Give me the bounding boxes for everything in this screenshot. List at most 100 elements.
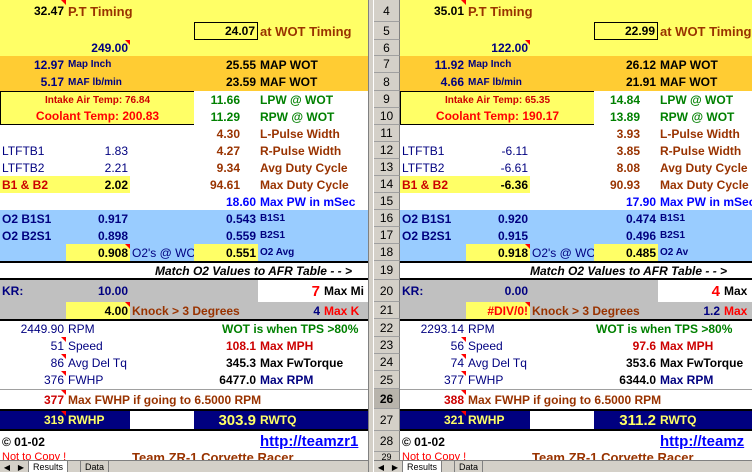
o2avg-value[interactable]: 0.485 (594, 244, 658, 261)
kr-value[interactable]: 10.00 (66, 280, 130, 302)
pt-timing-value[interactable]: 35.01 (400, 0, 466, 22)
tab-results[interactable]: Results (28, 461, 69, 472)
row-header[interactable]: 19 (374, 261, 400, 280)
pt-timing-value[interactable]: 32.47 (0, 0, 66, 22)
tab-results[interactable]: Results (402, 461, 443, 472)
avg-duty-value[interactable]: 8.08 (594, 159, 642, 176)
wot-timing-value[interactable]: 24.07 (194, 22, 258, 40)
maxfwhp-value[interactable]: 388 (400, 390, 466, 409)
row-header[interactable]: 15 (374, 193, 400, 210)
rwhp-value[interactable]: 321 (400, 411, 466, 429)
row-header[interactable]: 10 (374, 108, 400, 125)
max-mph-value[interactable]: 108.1 (194, 337, 258, 354)
first-tab-icon[interactable]: ◀ (4, 463, 10, 472)
map-wot-value[interactable]: 25.55 (194, 56, 258, 73)
rpw-value[interactable]: 13.89 (594, 108, 642, 125)
maf-value[interactable]: 5.17 (0, 73, 66, 91)
rpm-value[interactable]: 2293.14 (400, 321, 466, 337)
o2wot-value[interactable]: 0.908 (66, 244, 130, 261)
first-tab-icon[interactable]: ◀ (378, 463, 384, 472)
row-header[interactable]: 21 (374, 302, 400, 319)
maf-value[interactable]: 4.66 (400, 73, 466, 91)
row-header[interactable]: 22 (374, 319, 400, 337)
b2s1-value[interactable]: 0.559 (194, 227, 258, 244)
map-wot-value[interactable]: 26.12 (594, 56, 658, 73)
b1b2-value[interactable]: -6.36 (466, 176, 530, 193)
last-tab-icon[interactable]: ▶ (392, 463, 398, 472)
tab-scroll-arrows[interactable]: ◀ ▶ (374, 461, 402, 472)
last-tab-icon[interactable]: ▶ (18, 463, 24, 472)
row-header[interactable]: 8 (374, 73, 400, 91)
maxfwhp-value[interactable]: 377 (0, 390, 66, 409)
ltftb2-value[interactable]: 2.21 (66, 159, 130, 176)
o2avg-value[interactable]: 0.551 (194, 244, 258, 261)
b2s1-value[interactable]: 0.496 (594, 227, 658, 244)
avg-duty-value[interactable]: 9.34 (194, 159, 242, 176)
maxpw-value[interactable]: 18.60 (194, 193, 258, 210)
max-duty-value[interactable]: 94.61 (194, 176, 242, 193)
third-value[interactable]: 122.00 (400, 40, 530, 56)
b1s1-value[interactable]: 0.474 (594, 210, 658, 227)
max-k-value[interactable]: 4 (258, 302, 322, 319)
o2b1-value[interactable]: 0.917 (66, 210, 130, 227)
lpulse-value[interactable]: 4.30 (194, 125, 242, 142)
o2wot-value[interactable]: 0.918 (466, 244, 530, 261)
row-header[interactable]: 17 (374, 227, 400, 244)
max-fwtq-value[interactable]: 345.3 (194, 354, 258, 371)
ltftb1-value[interactable]: 1.83 (66, 142, 130, 159)
row-header[interactable]: 25 (374, 371, 400, 389)
tab-data[interactable]: Data (454, 461, 484, 472)
max-mph-value[interactable]: 97.6 (594, 337, 658, 354)
row-header[interactable]: 23 (374, 337, 400, 354)
speed-value[interactable]: 56 (400, 337, 466, 354)
o2b2-value[interactable]: 0.915 (466, 227, 530, 244)
rwtq-value[interactable]: 303.9 (194, 411, 258, 429)
knock-value[interactable]: #DIV/0! (466, 302, 530, 319)
max-rpm-value[interactable]: 6344.0 (594, 371, 658, 389)
lpw-value[interactable]: 11.66 (194, 91, 242, 108)
coolant-temp[interactable]: Coolant Temp: 190.17 (400, 108, 594, 125)
rpulse-value[interactable]: 3.85 (594, 142, 642, 159)
intake-air-temp[interactable]: Intake Air Temp: 76.84 (0, 91, 194, 108)
ltftb2-value[interactable]: -6.61 (466, 159, 530, 176)
knock-value[interactable]: 4.00 (66, 302, 130, 319)
fwhp-value[interactable]: 377 (400, 371, 466, 389)
maf-wot-value[interactable]: 23.59 (194, 73, 258, 91)
kr-value[interactable]: 0.00 (466, 280, 530, 302)
deltq-value[interactable]: 74 (400, 354, 466, 371)
row-header[interactable]: 28 (374, 431, 400, 452)
tab-scroll-arrows[interactable]: ◀ ▶ (0, 461, 28, 472)
row-header[interactable]: 24 (374, 354, 400, 371)
wot-timing-value[interactable]: 22.99 (594, 22, 658, 40)
third-value[interactable]: 249.00 (0, 40, 130, 56)
maf-wot-value[interactable]: 21.91 (594, 73, 658, 91)
maxpw-value[interactable]: 17.90 (594, 193, 658, 210)
b1s1-value[interactable]: 0.543 (194, 210, 258, 227)
rwhp-value[interactable]: 319 (0, 411, 66, 429)
row-header[interactable]: 27 (374, 409, 400, 431)
row-header[interactable]: 12 (374, 142, 400, 159)
map-inch-value[interactable]: 12.97 (0, 56, 66, 73)
row-header[interactable]: 13 (374, 159, 400, 176)
row-header[interactable]: 16 (374, 210, 400, 227)
row-header-selected[interactable]: 26 (374, 389, 400, 409)
max-mi-value[interactable]: 7 (258, 280, 322, 302)
lpw-value[interactable]: 14.84 (594, 91, 642, 108)
rwtq-value[interactable]: 311.2 (594, 411, 658, 429)
row-header[interactable]: 4 (374, 0, 400, 22)
row-header[interactable]: 7 (374, 56, 400, 73)
row-header[interactable]: 20 (374, 280, 400, 302)
tab-data[interactable]: Data (80, 461, 110, 472)
coolant-temp[interactable]: Coolant Temp: 200.83 (0, 108, 194, 125)
teamzr1-link[interactable]: http://teamz (658, 431, 752, 452)
max-fwtq-value[interactable]: 353.6 (594, 354, 658, 371)
row-header[interactable]: 14 (374, 176, 400, 193)
o2b2-value[interactable]: 0.898 (66, 227, 130, 244)
row-header[interactable]: 11 (374, 125, 400, 142)
lpulse-value[interactable]: 3.93 (594, 125, 642, 142)
b1b2-value[interactable]: 2.02 (66, 176, 130, 193)
row-header[interactable]: 6 (374, 40, 400, 56)
intake-air-temp[interactable]: Intake Air Temp: 65.35 (400, 91, 594, 108)
row-header[interactable]: 18 (374, 244, 400, 261)
row-header[interactable]: 5 (374, 22, 400, 40)
